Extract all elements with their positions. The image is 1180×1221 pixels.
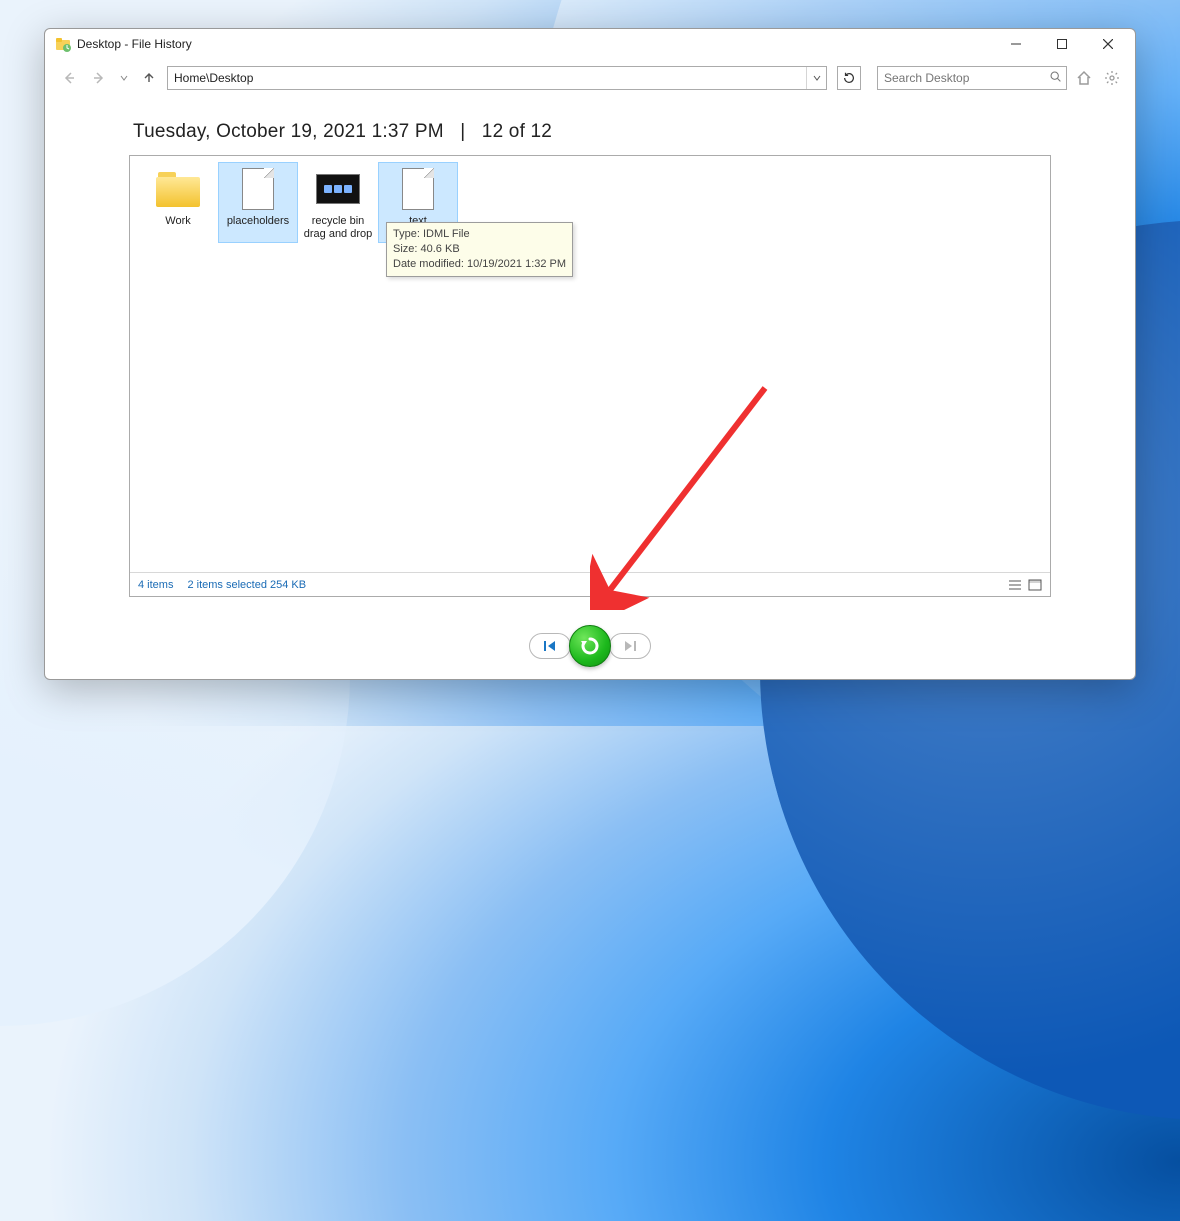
search-box[interactable]: [877, 66, 1067, 90]
search-icon: [1049, 70, 1062, 86]
file-item-recycle-bin-drag-and-drop[interactable]: recycle bin drag and drop: [299, 163, 377, 242]
file-tooltip: Type: IDML File Size: 40.6 KB Date modif…: [386, 222, 573, 277]
home-button[interactable]: [1073, 70, 1095, 86]
version-position: 12 of 12: [482, 121, 552, 142]
toolbar: [45, 59, 1135, 97]
app-icon: [55, 36, 71, 52]
recent-locations-dropdown[interactable]: [117, 74, 131, 82]
back-button[interactable]: [57, 66, 81, 90]
address-dropdown[interactable]: [806, 67, 826, 89]
up-button[interactable]: [137, 66, 161, 90]
window-title: Desktop - File History: [77, 37, 192, 51]
tooltip-size: Size: 40.6 KB: [393, 242, 566, 257]
item-label: recycle bin drag and drop: [301, 215, 375, 240]
restore-button[interactable]: [569, 625, 611, 667]
status-bar: 4 items 2 items selected 254 KB: [130, 572, 1050, 596]
item-label: Work: [141, 215, 215, 228]
heading-separator: |: [460, 121, 465, 142]
folder-icon: [156, 171, 200, 207]
view-thumbnails-button[interactable]: [1028, 579, 1042, 591]
version-timestamp: Tuesday, October 19, 2021 1:37 PM: [133, 121, 444, 142]
folder-item-work[interactable]: Work: [139, 163, 217, 242]
previous-version-button[interactable]: [530, 634, 570, 658]
file-icon: [242, 168, 274, 210]
file-item-placeholders[interactable]: placeholders: [219, 163, 297, 242]
file-history-window: Desktop - File History: [44, 28, 1136, 680]
content-area: Tuesday, October 19, 2021 1:37 PM | 12 o…: [45, 97, 1135, 679]
address-input[interactable]: [168, 67, 806, 89]
bottom-controls: [45, 623, 1135, 669]
minimize-button[interactable]: [993, 29, 1039, 59]
file-icon: [402, 168, 434, 210]
tooltip-type: Type: IDML File: [393, 227, 566, 242]
next-version-button[interactable]: [610, 634, 650, 658]
search-input[interactable]: [882, 70, 1049, 86]
titlebar: Desktop - File History: [45, 29, 1135, 59]
item-label: placeholders: [221, 215, 295, 228]
view-details-button[interactable]: [1008, 579, 1022, 591]
status-selection: 2 items selected 254 KB: [187, 579, 306, 591]
close-button[interactable]: [1085, 29, 1131, 59]
status-item-count: 4 items: [138, 579, 173, 591]
settings-button[interactable]: [1101, 70, 1123, 86]
image-icon: [316, 174, 360, 204]
next-version-pill: [609, 633, 651, 659]
file-pane[interactable]: Work placeholders recycle bin drag and d…: [129, 155, 1051, 597]
maximize-button[interactable]: [1039, 29, 1085, 59]
tooltip-modified: Date modified: 10/19/2021 1:32 PM: [393, 257, 566, 272]
refresh-button[interactable]: [837, 66, 861, 90]
address-bar[interactable]: [167, 66, 827, 90]
version-heading: Tuesday, October 19, 2021 1:37 PM | 12 o…: [133, 121, 1051, 143]
previous-version-pill: [529, 633, 571, 659]
forward-button[interactable]: [87, 66, 111, 90]
